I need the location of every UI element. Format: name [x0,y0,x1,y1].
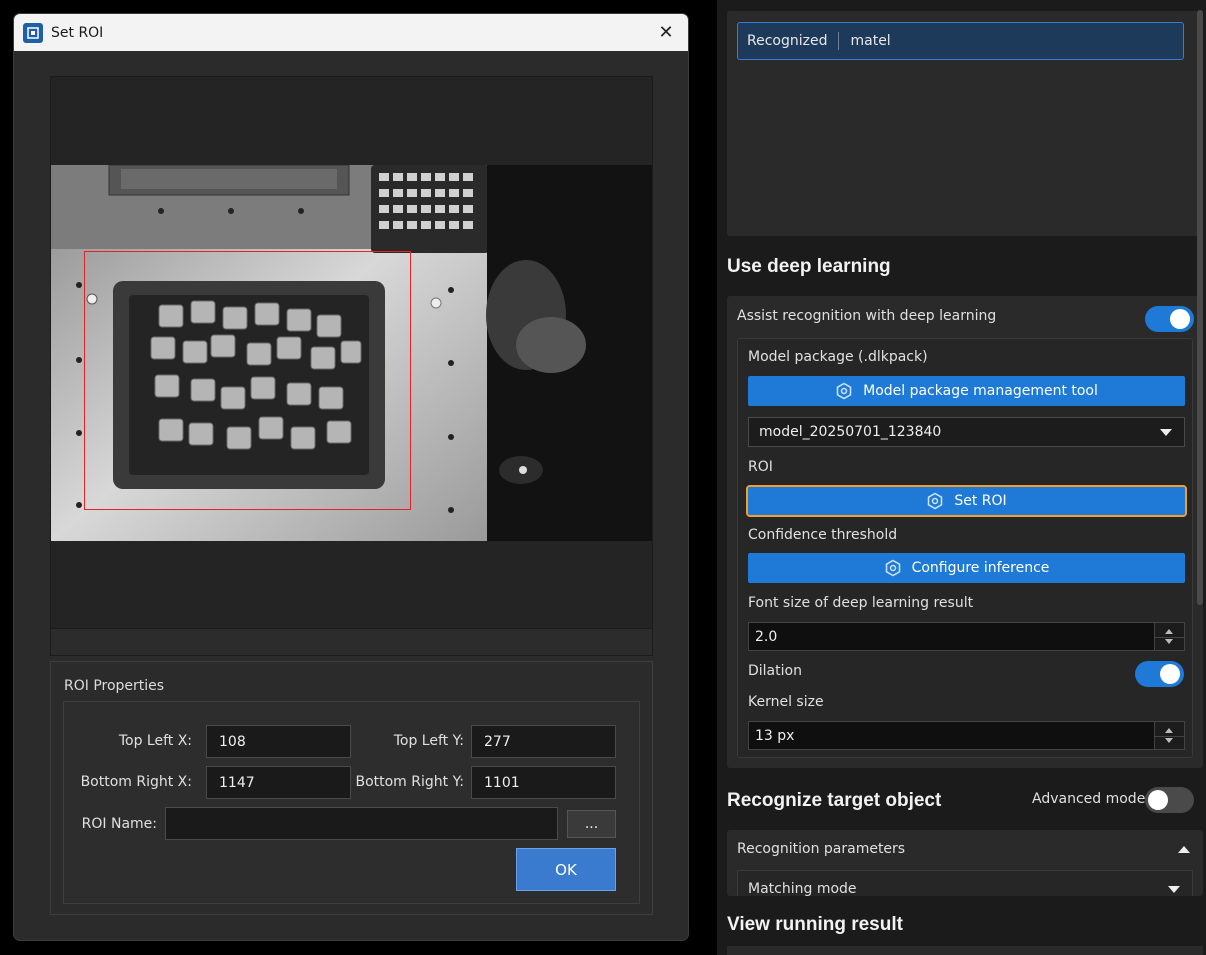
panel-scrollbar[interactable] [1196,10,1204,605]
configure-inference-button[interactable]: Configure inference [748,553,1185,583]
view-result-title: View running result [727,914,903,935]
right-panel: Recognized matel Use deep learning Assis… [717,0,1206,955]
recognized-result-box: Recognized matel [727,11,1203,236]
bottom-right-y-label: Bottom Right Y: [355,774,464,790]
model-package-label: Model package (.dlkpack) [748,349,928,365]
recognition-params-label[interactable]: Recognition parameters [737,841,905,857]
dl-section-title: Use deep learning [727,256,891,277]
font-size-value: 2.0 [755,628,778,645]
hexagon-gear-icon [885,559,900,577]
kernel-size-stepper[interactable] [1154,722,1184,749]
stepper-up-icon[interactable] [1165,629,1173,634]
advanced-mode-toggle[interactable] [1145,787,1194,813]
scrollbar-thumb[interactable] [1197,10,1203,605]
bottom-right-y-field[interactable]: 1101 [471,766,616,799]
recognized-value: matel [850,33,891,49]
recognize-section-title: Recognize target object [727,790,942,811]
dialog-title: Set ROI [51,24,104,41]
roi-name-label: ROI Name: [81,816,157,832]
font-size-label: Font size of deep learning result [748,595,974,611]
close-icon[interactable]: ✕ [644,14,688,51]
roi-properties-group: ROI Properties Top Left X: 108 Top Left … [50,661,653,915]
set-roi-button[interactable]: Set ROI [746,485,1187,517]
model-select[interactable]: model_20250701_123840 [748,417,1185,447]
roi-label: ROI [748,459,773,475]
roi-image-viewer[interactable] [50,76,653,656]
bottom-right-x-field[interactable]: 1147 [206,766,351,799]
model-package-tool-button[interactable]: Model package management tool [748,376,1185,406]
assist-label: Assist recognition with deep learning [737,308,997,324]
set-roi-dialog: Set ROI ✕ ROI Properties Top Left X: 108… [13,13,689,941]
dialog-titlebar: Set ROI ✕ [14,14,688,51]
hexagon-gear-icon [836,382,852,400]
kernel-size-value: 13 px [755,727,795,744]
dilation-label: Dilation [748,663,802,679]
chevron-down-icon [1160,429,1172,436]
stepper-up-icon[interactable] [1165,728,1173,733]
roi-properties-title: ROI Properties [64,678,165,694]
kernel-size-label: Kernel size [748,694,824,710]
app-icon [23,22,43,43]
recognition-parameters-card: Recognition parameters Matching mode [727,830,1203,896]
top-left-y-label: Top Left Y: [393,733,464,749]
matching-mode-label: Matching mode [748,881,857,896]
font-size-spinbox[interactable]: 2.0 [748,622,1185,651]
advanced-mode-label: Advanced mode [1032,791,1146,807]
chevron-down-icon[interactable] [1168,886,1180,893]
roi-properties-box: Top Left X: 108 Top Left Y: 277 Bottom R… [63,701,640,904]
ok-button[interactable]: OK [516,848,616,891]
recognized-separator [838,32,840,50]
stepper-down-icon[interactable] [1165,738,1173,743]
bottom-right-x-label: Bottom Right X: [80,774,192,790]
toggle-knob [1148,790,1168,810]
browse-button[interactable]: ... [567,810,616,838]
dl-settings-box: Model package (.dlkpack) Model package m… [737,338,1193,758]
result-card-edge [727,946,1203,955]
matching-mode-row[interactable]: Matching mode [737,870,1193,896]
kernel-size-spinbox[interactable]: 13 px [748,721,1185,750]
top-left-x-field[interactable]: 108 [206,725,351,758]
chevron-up-icon[interactable] [1178,846,1190,853]
set-roi-label: Set ROI [954,493,1007,509]
model-package-tool-label: Model package management tool [863,383,1098,399]
confidence-label: Confidence threshold [748,527,898,543]
viewer-status-bar [51,628,652,655]
dilation-toggle[interactable] [1135,661,1184,687]
camera-image[interactable] [51,165,652,541]
roi-name-field[interactable] [165,807,558,840]
hexagon-gear-icon [928,492,943,510]
top-left-y-field[interactable]: 277 [471,725,616,758]
configure-inference-label: Configure inference [911,560,1050,576]
stepper-down-icon[interactable] [1165,639,1173,644]
assist-toggle[interactable] [1145,306,1194,332]
top-left-x-label: Top Left X: [118,733,192,749]
toggle-knob [1160,664,1180,684]
toggle-knob [1170,309,1190,329]
font-size-stepper[interactable] [1154,623,1184,650]
model-select-value: model_20250701_123840 [759,424,942,440]
deep-learning-card: Assist recognition with deep learning Mo… [727,296,1203,768]
recognized-row[interactable]: Recognized matel [737,22,1184,60]
recognized-label: Recognized [747,33,828,49]
